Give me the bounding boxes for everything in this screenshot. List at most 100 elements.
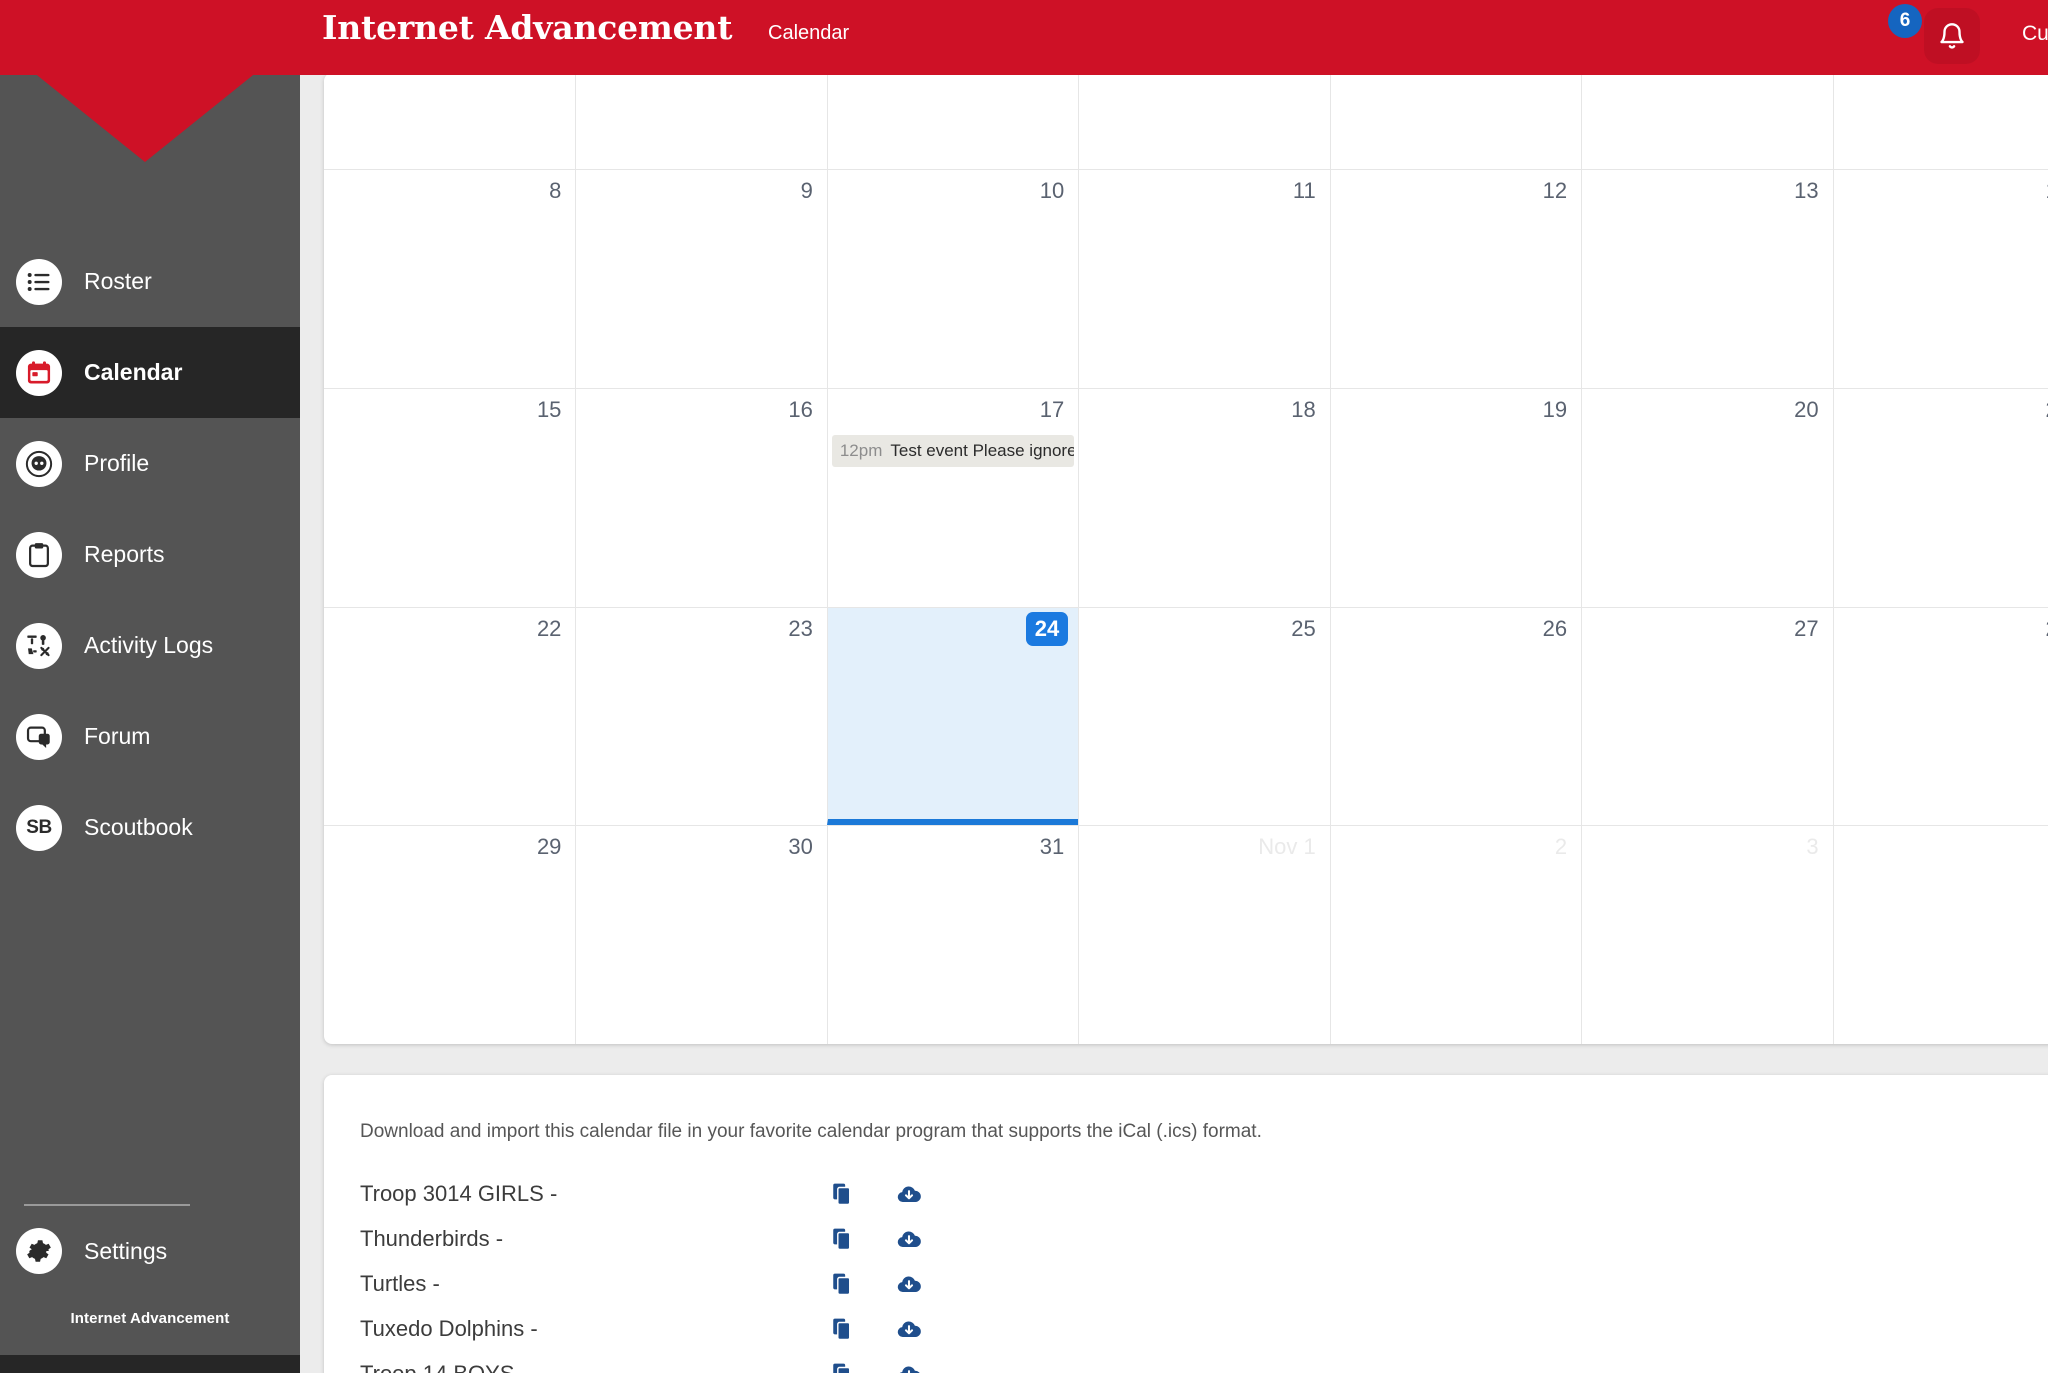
calendar-icon <box>16 349 62 396</box>
calendar-day-cell[interactable]: 11 <box>1078 169 1330 388</box>
calendar-week-row: 22 23 24 25 26 27 28 <box>324 606 2048 826</box>
calendar-day-cell[interactable]: 8 <box>324 169 576 388</box>
calendar-day-cell[interactable]: 18 <box>1078 387 1330 607</box>
calendar-day-number: 2 <box>1554 834 1568 860</box>
calendar-day-cell[interactable]: 15 <box>324 387 576 607</box>
calendar-day-cell[interactable]: 26 <box>1329 606 1582 826</box>
cloud-download-icon[interactable] <box>896 1271 922 1297</box>
calendar-day-number: 22 <box>536 615 562 641</box>
calendar-day-cell[interactable]: 3 <box>1581 825 1833 1044</box>
copy-icon[interactable] <box>830 1361 856 1373</box>
calendar-day-cell[interactable] <box>1832 75 2048 169</box>
sidebar-item-scoutbook[interactable]: SB Scoutbook <box>0 782 300 873</box>
sidebar-footer-text: Internet Advancement <box>70 1310 230 1327</box>
sidebar-item-label: Profile <box>84 450 150 476</box>
copy-icon[interactable] <box>830 1226 856 1252</box>
calendar-day-cell[interactable]: 23 <box>575 606 827 826</box>
sidebar-item-reports[interactable]: Reports <box>0 509 300 600</box>
calendar-day-cell[interactable]: 9 <box>575 169 827 388</box>
main-content: 8 9 10 11 12 13 14 15 16 17 12pm Test event Please … <box>300 75 2048 1373</box>
calendar-day-number: 29 <box>536 834 562 860</box>
sidebar-item-forum[interactable]: Forum <box>0 691 300 782</box>
calendar-day-cell[interactable] <box>324 75 575 169</box>
calendar-event-title: Test event Please ignore <box>890 440 1075 460</box>
ical-unit-name: Troop 3014 GIRLS - <box>360 1181 558 1207</box>
calendar-day-cell-selected[interactable]: 24 <box>826 606 1079 826</box>
calendar-day-cell[interactable]: 2 <box>1329 825 1582 1044</box>
sidebar-item-settings[interactable]: Settings <box>0 1206 300 1296</box>
calendar-grid: 8 9 10 11 12 13 14 15 16 17 12pm Test event Please … <box>324 75 2048 1044</box>
calendar-day-cell[interactable] <box>1078 75 1329 169</box>
calendar-day-cell[interactable]: 4 <box>1832 825 2048 1044</box>
calendar-day-cell[interactable]: 28 <box>1832 606 2048 826</box>
cloud-download-icon[interactable] <box>896 1181 922 1207</box>
activity-logs-icon <box>16 622 62 669</box>
cloud-download-icon[interactable] <box>896 1226 922 1252</box>
calendar-day-cell[interactable]: 25 <box>1078 606 1330 826</box>
copy-icon[interactable] <box>830 1316 856 1342</box>
calendar-week-row: 29 30 31 Nov 1 2 34 <box>324 825 2048 1044</box>
ical-actions <box>830 1181 922 1207</box>
calendar-day-number: 30 <box>788 834 813 860</box>
notifications-button[interactable]: 6 <box>1888 4 1980 64</box>
sidebar-bottom: Settings Internet Advancement <box>0 1204 300 1327</box>
ical-actions <box>830 1361 922 1373</box>
sidebar-item-label: Reports <box>84 541 165 567</box>
calendar-day-cell[interactable]: 19 <box>1329 387 1582 607</box>
calendar-day-number: 26 <box>1542 615 1568 641</box>
calendar-day-cell[interactable]: 31 <box>826 825 1079 1044</box>
calendar-day-cell[interactable]: 17 12pm Test event Please ignore <box>826 387 1079 607</box>
calendar-day-number: 21 <box>1834 395 2048 421</box>
sidebar-item-label: Settings <box>84 1237 168 1264</box>
calendar-event[interactable]: 12pm Test event Please ignore <box>831 434 1075 467</box>
sidebar-item-label: Scoutbook <box>84 814 193 840</box>
cloud-download-icon[interactable] <box>896 1361 922 1373</box>
sidebar-item-profile[interactable]: Profile <box>0 418 300 509</box>
calendar-day-cell[interactable]: Nov 1 <box>1078 825 1330 1044</box>
sidebar-item-calendar[interactable]: Calendar <box>0 327 300 418</box>
calendar-day-cell[interactable]: 27 <box>1581 606 1833 826</box>
user-menu-label[interactable]: Cu <box>2022 22 2048 46</box>
ical-list-item: Thunderbirds - <box>360 1217 2048 1262</box>
calendar-day-number: 4 <box>1834 832 2048 858</box>
calendar-day-number: 27 <box>1794 615 1819 641</box>
calendar-day-cell[interactable]: 30 <box>575 825 827 1044</box>
calendar-day-cell[interactable]: 16 <box>575 387 827 607</box>
calendar-day-number: 18 <box>1291 396 1316 422</box>
cloud-download-icon[interactable] <box>896 1316 922 1342</box>
sidebar-item-roster[interactable]: Roster <box>0 236 300 327</box>
calendar-day-cell[interactable] <box>1581 75 1832 169</box>
calendar-day-number: 14 <box>1834 176 2048 202</box>
calendar-day-cell[interactable]: 14 <box>1832 169 2048 388</box>
scoutbook-icon-text: SB <box>26 816 52 838</box>
scoutbook-icon: SB <box>16 804 62 851</box>
ical-unit-name: Turtles - <box>360 1271 440 1297</box>
copy-icon[interactable] <box>830 1181 856 1207</box>
copy-icon[interactable] <box>830 1271 856 1297</box>
ical-list-item: Tuxedo Dolphins - <box>360 1307 2048 1352</box>
calendar-day-cell[interactable] <box>1329 75 1581 169</box>
calendar-day-cell[interactable]: 21 <box>1832 387 2048 607</box>
calendar-event-time: 12pm <box>839 440 883 460</box>
ical-list-item: Troop 14 BOYS - <box>360 1352 2048 1373</box>
calendar-day-cell[interactable]: 12 <box>1329 169 1582 388</box>
ical-unit-name: Troop 14 BOYS - <box>360 1361 830 1373</box>
calendar-day-number: 15 <box>536 396 562 422</box>
calendar-day-cell[interactable]: 10 <box>826 169 1079 388</box>
notification-badge: 6 <box>1888 4 1922 38</box>
calendar-day-number: 31 <box>1039 834 1065 860</box>
clipboard-icon <box>16 531 62 578</box>
calendar-week-row: 15 16 17 12pm Test event Please ignore 18 19 20… <box>324 387 2048 607</box>
calendar-day-cell[interactable]: 22 <box>324 606 576 826</box>
calendar-day-cell[interactable] <box>575 75 826 169</box>
sidebar-item-activity-logs[interactable]: Activity Logs <box>0 600 300 691</box>
calendar-day-cell[interactable] <box>826 75 1078 169</box>
calendar-day-cell[interactable]: 20 <box>1581 387 1833 607</box>
sidebar-item-label: Roster <box>84 268 152 294</box>
ical-list-item: Turtles - <box>360 1262 2048 1307</box>
calendar-day-number: 19 <box>1542 396 1568 422</box>
calendar-day-cell[interactable]: 29 <box>324 825 576 1044</box>
calendar-day-cell[interactable]: 13 <box>1581 169 1833 388</box>
calendar-day-number: 25 <box>1291 615 1316 641</box>
ical-unit-name: Thunderbirds - <box>360 1226 504 1252</box>
